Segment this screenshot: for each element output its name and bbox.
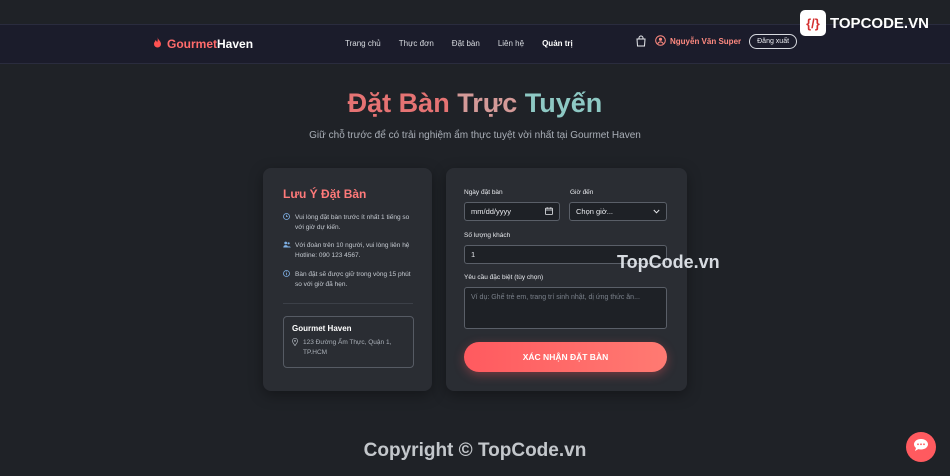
nav-right: Nguyễn Văn Super Đăng xuất	[635, 34, 798, 49]
brand-name-part2: Haven	[217, 37, 254, 51]
logout-button[interactable]: Đăng xuất	[749, 34, 798, 49]
page-title-part3: Tuyến	[524, 88, 603, 118]
note-item: Với đoàn trên 10 người, vui lòng liên hệ…	[283, 241, 413, 261]
nav-link-menu[interactable]: Thực đơn	[399, 39, 434, 48]
date-input-value: mm/dd/yyyy	[471, 207, 512, 216]
nav-link-home[interactable]: Trang chủ	[345, 39, 381, 48]
address-card: Gourmet Haven 123 Đường Ẩm Thực, Quận 1,…	[283, 316, 414, 368]
special-request-placeholder: Ví dụ: Ghế trẻ em, trang trí sinh nhật, …	[471, 294, 640, 301]
page-subtitle: Giữ chỗ trước để có trải nghiệm ẩm thực …	[309, 130, 641, 141]
shopping-bag-icon[interactable]	[635, 35, 655, 49]
nav-links: Trang chủ Thực đơn Đặt bàn Liên hệ Quản …	[345, 39, 591, 48]
time-select[interactable]: Chọn giờ...	[569, 202, 667, 221]
calendar-icon[interactable]	[545, 206, 553, 217]
page-title: Đặt Bàn Trực Tuyến	[0, 88, 950, 119]
time-label: Giờ đến	[570, 189, 594, 196]
topcode-logo: {/} TOPCODE.VN	[800, 10, 929, 36]
note-text: Bàn đặt sẽ được giữ trong vòng 15 phút s…	[295, 271, 411, 288]
restaurant-name: Gourmet Haven	[292, 324, 352, 333]
reservation-form: Ngày đặt bàn mm/dd/yyyy Giờ đến Chọn giờ…	[446, 168, 687, 391]
info-circle-icon	[283, 270, 295, 290]
copyright-footer: Copyright © TopCode.vn	[363, 440, 587, 461]
address-line: 123 Đường Ẩm Thực, Quận 1, TP.HCM	[292, 338, 405, 358]
note-item: Vui lòng đặt bàn trước ít nhất 1 tiếng s…	[283, 213, 413, 233]
user-name[interactable]: Nguyễn Văn Super	[670, 37, 741, 46]
confirm-reservation-button[interactable]: XÁC NHẬN ĐẶT BÀN	[464, 342, 667, 372]
note-item: Bàn đặt sẽ được giữ trong vòng 15 phút s…	[283, 270, 413, 290]
clock-icon	[283, 213, 295, 233]
date-label: Ngày đặt bàn	[464, 189, 503, 196]
guests-label: Số lượng khách	[464, 232, 511, 239]
chat-button[interactable]	[906, 432, 936, 462]
date-input[interactable]: mm/dd/yyyy	[464, 202, 560, 221]
flame-icon	[153, 37, 162, 51]
note-text: Với đoàn trên 10 người, vui lòng liên hệ…	[295, 242, 410, 259]
brand-name-part1: Gourmet	[167, 37, 218, 51]
users-icon	[283, 241, 295, 261]
address-text: 123 Đường Ẩm Thực, Quận 1, TP.HCM	[303, 339, 392, 356]
reservation-notes-panel: Lưu Ý Đặt Bàn Vui lòng đặt bàn trước ít …	[263, 168, 432, 391]
chevron-down-icon	[653, 207, 660, 216]
special-request-label: Yêu cầu đặc biệt (tùy chọn)	[464, 274, 544, 281]
nav-link-contact[interactable]: Liên hệ	[498, 39, 524, 48]
special-request-textarea[interactable]: Ví dụ: Ghế trẻ em, trang trí sinh nhật, …	[464, 287, 667, 329]
page-title-part1: Đặt Bàn	[347, 88, 450, 118]
map-pin-icon	[292, 338, 303, 358]
note-text: Vui lòng đặt bàn trước ít nhất 1 tiếng s…	[295, 214, 410, 231]
topcode-logo-text: TOPCODE.VN	[830, 14, 929, 32]
user-circle-icon	[655, 35, 670, 48]
code-bracket-icon: {/}	[800, 10, 826, 36]
brand-logo[interactable]: GourmetHaven	[153, 37, 253, 51]
notes-divider	[283, 303, 413, 304]
guests-input-value: 1	[471, 250, 476, 259]
page-title-part2: Trực	[457, 88, 518, 118]
time-select-value: Chọn giờ...	[576, 207, 614, 216]
notes-title: Lưu Ý Đặt Bàn	[283, 187, 367, 201]
watermark-text: TopCode.vn	[617, 252, 720, 272]
nav-link-admin[interactable]: Quản trị	[542, 39, 573, 48]
chat-bubble-icon	[913, 438, 929, 457]
nav-link-reservation[interactable]: Đặt bàn	[452, 39, 480, 48]
